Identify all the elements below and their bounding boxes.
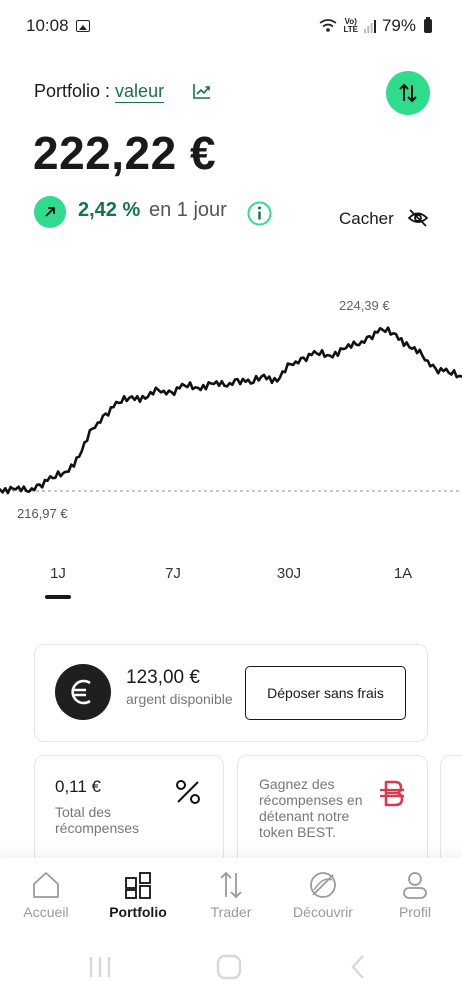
arrow-up-right-icon <box>45 207 55 217</box>
deposit-button[interactable]: Déposer sans frais <box>245 666 406 720</box>
swap-button[interactable] <box>386 71 430 115</box>
trend-up-icon[interactable] <box>193 83 211 99</box>
chart-series-line <box>0 326 462 495</box>
wifi-icon <box>319 19 337 32</box>
nav-label-profil: Profil <box>399 904 431 920</box>
nav-item-portfolio[interactable]: Portfolio <box>92 870 184 920</box>
next-card-peek[interactable] <box>440 755 462 875</box>
change-percent: 2,42 % <box>78 199 141 221</box>
info-icon[interactable] <box>247 201 272 226</box>
portfolio-balance: 222,22 € <box>33 127 217 179</box>
discover-icon <box>310 872 336 898</box>
nav-label-portfolio: Portfolio <box>109 904 167 920</box>
change-period: en 1 jour <box>149 199 227 221</box>
chart-low-label: 216,97 € <box>17 506 68 521</box>
nav-item-profil[interactable]: Profil <box>369 870 461 920</box>
rewards-caption: Total des récompenses <box>55 804 140 836</box>
battery-percent: 79% <box>381 16 416 35</box>
swap-vertical-icon <box>399 83 417 103</box>
hide-balance-label[interactable]: Cacher <box>339 209 394 229</box>
portfolio-label: Portfolio : <box>34 81 116 101</box>
euro-icon <box>55 664 111 720</box>
cash-caption: argent disponible <box>126 691 233 707</box>
image-notification-icon <box>76 20 90 32</box>
recent-apps-icon[interactable] <box>86 953 114 981</box>
profile-icon <box>403 872 427 899</box>
price-chart[interactable] <box>0 290 462 530</box>
battery-icon <box>424 17 432 33</box>
change-badge <box>34 196 66 228</box>
rewards-value: 0,11 € <box>55 777 102 796</box>
nav-item-accueil[interactable]: Accueil <box>0 870 92 920</box>
range-tab-1a[interactable]: 1A <box>373 565 433 582</box>
home-icon <box>33 872 59 898</box>
status-right: Vo) LTE 79% <box>319 16 432 36</box>
range-tab-7j[interactable]: 7J <box>143 565 203 582</box>
status-time: 10:08 <box>26 16 69 35</box>
back-icon[interactable] <box>345 953 373 981</box>
range-active-indicator <box>45 595 71 599</box>
home-system-icon[interactable] <box>215 953 243 981</box>
best-token-icon <box>380 780 404 807</box>
nav-label-accueil: Accueil <box>23 904 69 920</box>
portfolio-title: Portfolio : valeur <box>34 81 165 103</box>
nav-item-trader[interactable]: Trader <box>185 870 277 920</box>
range-tab-1j[interactable]: 1J <box>28 565 88 582</box>
lte-indicator: Vo) LTE <box>343 17 358 34</box>
cash-amount: 123,00 € <box>126 667 200 688</box>
eye-off-icon[interactable] <box>407 208 429 228</box>
portfolio-mode-link[interactable]: valeur <box>115 81 165 103</box>
signal-icon <box>363 19 376 33</box>
portfolio-icon <box>125 872 151 899</box>
nav-label-decouvrir: Découvrir <box>293 904 353 920</box>
nav-item-decouvrir[interactable]: Découvrir <box>277 870 369 920</box>
range-tab-30j[interactable]: 30J <box>259 565 319 582</box>
nav-label-trader: Trader <box>210 904 252 920</box>
best-token-text: Gagnez des récompenses en détenant notre… <box>259 776 363 840</box>
percent-icon <box>176 780 200 804</box>
trade-arrows-icon <box>220 871 242 899</box>
